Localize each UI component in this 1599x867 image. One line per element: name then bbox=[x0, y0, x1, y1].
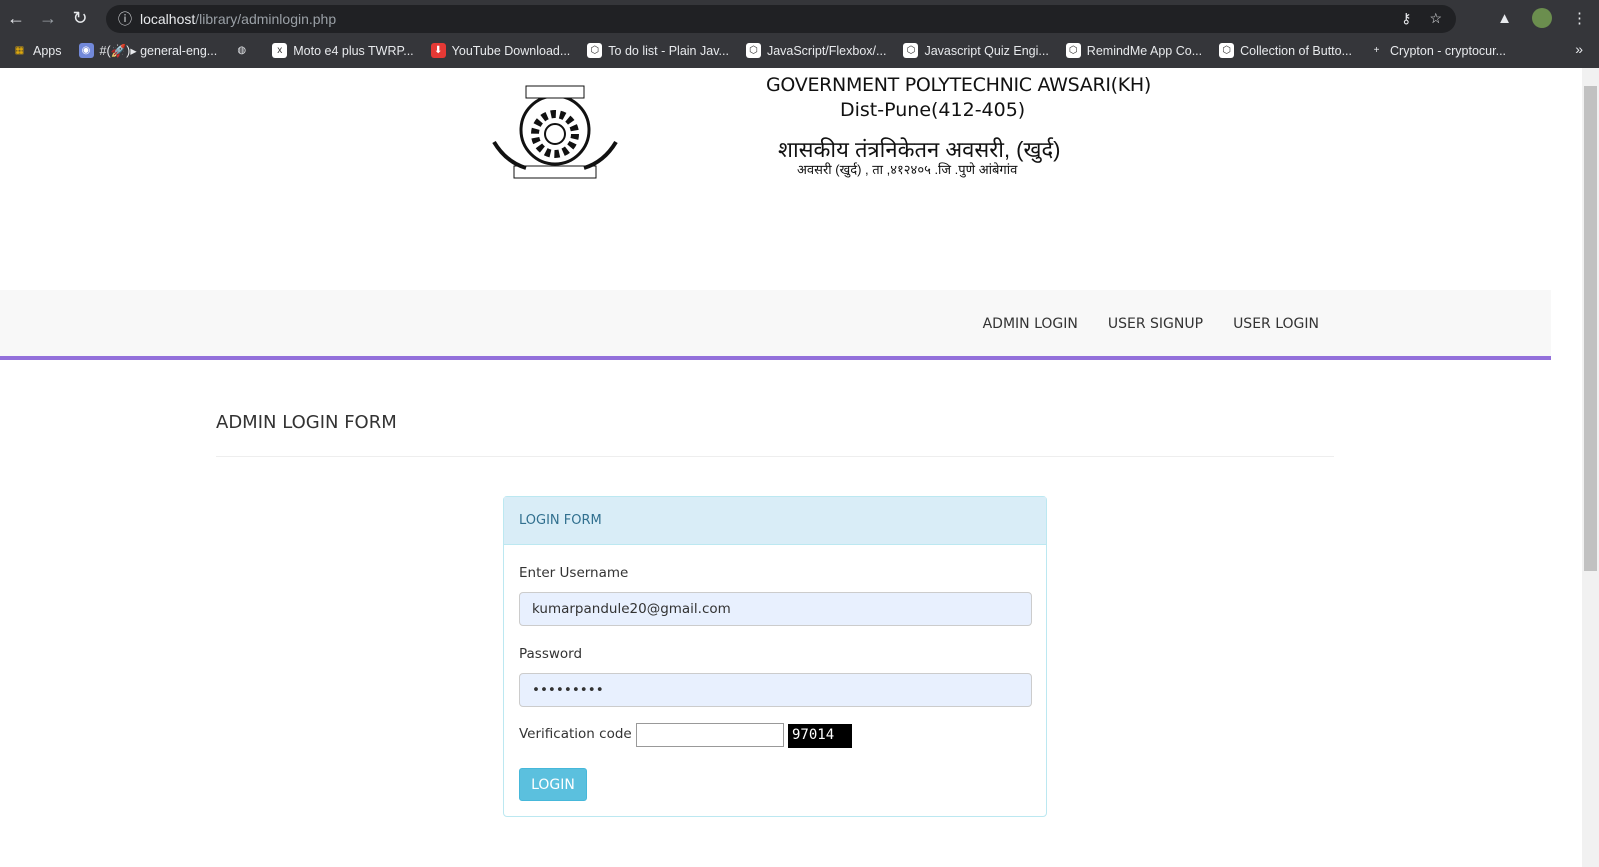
username-label: Enter Username bbox=[519, 565, 629, 581]
bookmark-item[interactable]: ◉ #(🚀)▸ general-eng... bbox=[78, 43, 218, 59]
globe-icon: ◍ bbox=[237, 45, 247, 56]
scrollbar-thumb[interactable] bbox=[1584, 86, 1597, 571]
bookmark-label: RemindMe App Co... bbox=[1086, 43, 1203, 58]
bookmark-item[interactable]: ⬡ Javascript Quiz Engi... bbox=[903, 43, 1049, 58]
password-input[interactable] bbox=[519, 673, 1032, 707]
apps-grid-icon: ▦ bbox=[14, 45, 25, 56]
browser-chrome: ← → ↻ ⓘ localhost/library/adminlogin.php… bbox=[0, 0, 1599, 68]
extension-icon[interactable]: ▲ bbox=[1497, 10, 1512, 27]
url-host: localhost bbox=[140, 11, 196, 27]
bookmark-item[interactable]: x Moto e4 plus TWRP... bbox=[272, 43, 414, 58]
address-marathi: अवसरी (खुर्द) , ता ,४१२४०५ .जि .पुणे आंब… bbox=[797, 162, 1018, 177]
codepen-icon: ⬡ bbox=[1065, 43, 1081, 58]
bookmark-label: Javascript Quiz Engi... bbox=[924, 43, 1049, 58]
navbar: ADMIN LOGIN USER SIGNUP USER LOGIN bbox=[0, 290, 1551, 360]
bookmark-item[interactable]: ⬡ RemindMe App Co... bbox=[1065, 43, 1203, 58]
nav-admin-login[interactable]: ADMIN LOGIN bbox=[983, 316, 1078, 332]
xda-icon: x bbox=[272, 43, 288, 58]
username-input[interactable] bbox=[519, 592, 1032, 626]
codepen-icon: ⬡ bbox=[1219, 43, 1235, 58]
bookmark-item[interactable]: ⬇ YouTube Download... bbox=[430, 43, 571, 58]
discord-icon: ◉ bbox=[78, 43, 94, 58]
bookmark-item[interactable]: ◍ bbox=[234, 43, 255, 58]
bookmark-label: Collection of Butto... bbox=[1240, 43, 1353, 58]
verification-label: Verification code : bbox=[519, 726, 641, 742]
verification-input[interactable] bbox=[636, 723, 784, 747]
bookmark-item[interactable]: ⬡ Collection of Butto... bbox=[1219, 43, 1352, 58]
college-logo bbox=[492, 85, 618, 179]
district: Dist-Pune(412-405) bbox=[840, 99, 1026, 121]
crypton-icon: + bbox=[1373, 45, 1380, 56]
login-button[interactable]: LOGIN bbox=[519, 768, 587, 801]
captcha-code: 97014 bbox=[788, 724, 852, 748]
login-panel: LOGIN FORM Enter Username Password Verif… bbox=[503, 496, 1047, 817]
password-label: Password bbox=[519, 646, 583, 662]
nav-user-signup[interactable]: USER SIGNUP bbox=[1108, 316, 1203, 332]
bookmark-item[interactable]: ⬡ JavaScript/Flexbox/... bbox=[745, 43, 887, 58]
banner: GOVERNMENT POLYTECHNIC AWSARI(KH) Dist-P… bbox=[0, 68, 1551, 290]
bookmark-label: YouTube Download... bbox=[451, 43, 571, 58]
bookmark-label: To do list - Plain Jav... bbox=[608, 43, 729, 58]
menu-icon[interactable]: ⋮ bbox=[1572, 9, 1587, 27]
divider bbox=[216, 456, 1334, 457]
key-icon[interactable]: ⚷ bbox=[1401, 10, 1411, 27]
page-title: ADMIN LOGIN FORM bbox=[216, 412, 397, 433]
info-icon[interactable]: ⓘ bbox=[118, 9, 132, 29]
bookmarks-bar: ▦ Apps ◉ #(🚀)▸ general-eng... ◍ x Moto e4 plus… bbox=[0, 35, 1523, 66]
bookmark-item[interactable]: + Crypton - cryptocur... bbox=[1369, 43, 1506, 58]
college-name: GOVERNMENT POLYTECHNIC AWSARI(KH) bbox=[766, 74, 1152, 96]
download-icon: ⬇ bbox=[430, 43, 446, 58]
panel-heading: LOGIN FORM bbox=[504, 497, 1046, 545]
bookmark-item[interactable]: ⬡ To do list - Plain Jav... bbox=[587, 43, 729, 58]
bookmark-label: #(🚀)▸ general-eng... bbox=[99, 43, 218, 58]
bookmark-label: JavaScript/Flexbox/... bbox=[766, 43, 887, 58]
scrollbar[interactable] bbox=[1582, 68, 1599, 867]
address-bar[interactable]: ⓘ localhost/library/adminlogin.php ⚷ ☆ bbox=[106, 5, 1456, 33]
nav-user-login[interactable]: USER LOGIN bbox=[1233, 316, 1319, 332]
more-bookmarks-icon[interactable]: » bbox=[1575, 41, 1583, 57]
reload-icon[interactable]: ↻ bbox=[64, 8, 96, 29]
bookmark-item[interactable]: ▦ Apps bbox=[12, 43, 62, 58]
avatar[interactable] bbox=[1532, 8, 1552, 28]
page: GOVERNMENT POLYTECHNIC AWSARI(KH) Dist-P… bbox=[0, 68, 1551, 867]
bookmark-label: Moto e4 plus TWRP... bbox=[293, 43, 414, 58]
codepen-icon: ⬡ bbox=[745, 43, 761, 58]
codepen-icon: ⬡ bbox=[903, 43, 919, 58]
codepen-icon: ⬡ bbox=[587, 43, 603, 58]
bookmark-label: Crypton - cryptocur... bbox=[1390, 43, 1507, 58]
forward-icon[interactable]: → bbox=[32, 8, 64, 29]
bookmark-label: Apps bbox=[33, 43, 62, 58]
url-path: /library/adminlogin.php bbox=[195, 11, 337, 27]
star-icon[interactable]: ☆ bbox=[1429, 10, 1442, 27]
back-icon[interactable]: ← bbox=[0, 8, 32, 29]
